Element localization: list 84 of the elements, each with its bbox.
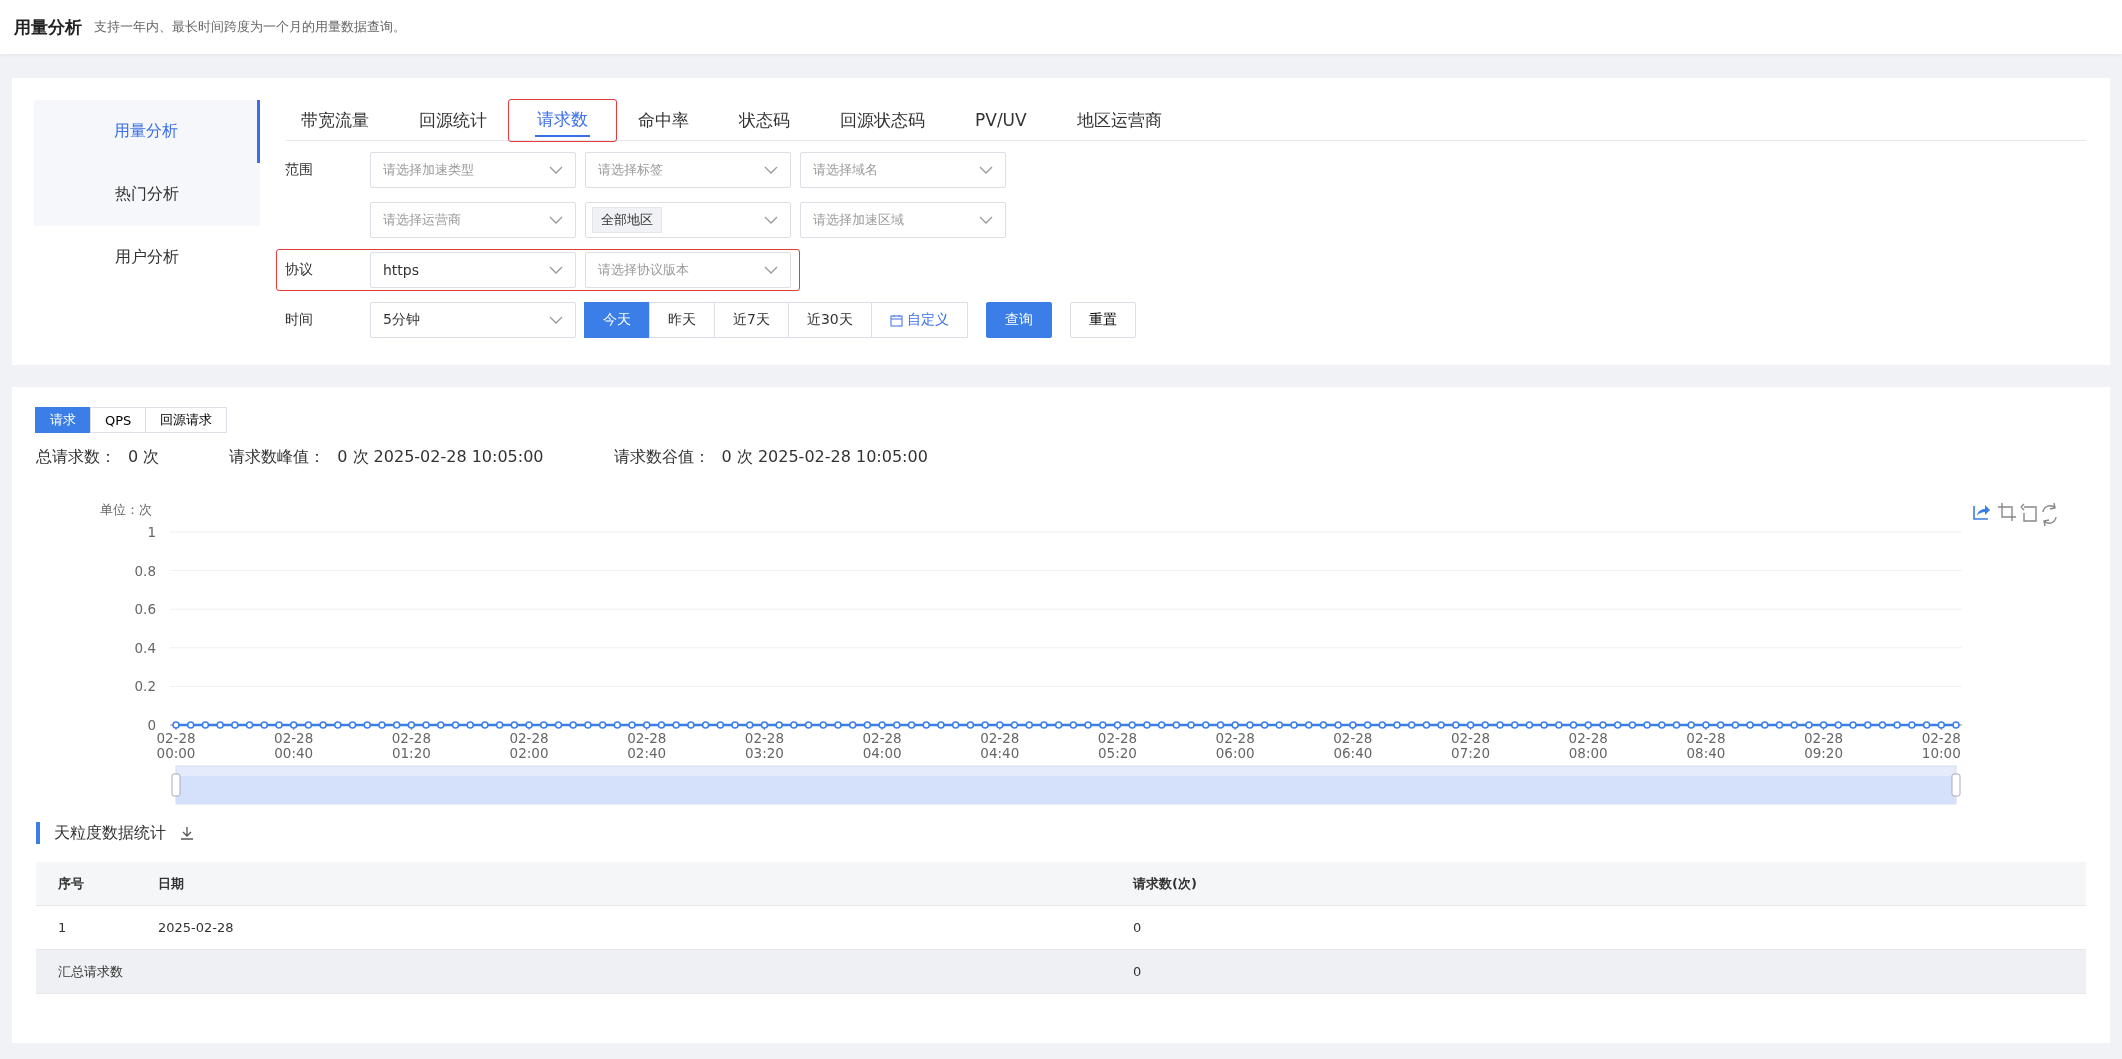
tab[interactable]: 地区运营商 xyxy=(1074,104,1164,136)
caret-icon xyxy=(764,216,778,224)
caret-icon xyxy=(549,166,563,174)
column-header: 日期 xyxy=(157,874,185,893)
table-cell-text: 2025-02-28 xyxy=(157,920,235,935)
tab[interactable]: 命中率 xyxy=(636,104,691,136)
x-tick-label: 02-28 00:40 xyxy=(274,730,314,761)
range-slider[interactable] xyxy=(171,765,1961,805)
stat-value: 0 次 xyxy=(128,447,160,468)
caret-icon xyxy=(979,166,993,174)
y-tick-label: 0.4 xyxy=(134,639,156,656)
refresh-icon[interactable] xyxy=(2042,502,2057,527)
y-tick-label: 0.8 xyxy=(134,562,156,579)
table-cell-text: 1 xyxy=(57,920,68,935)
stat-value: 0 次 2025-02-28 10:05:00 xyxy=(721,447,928,468)
column-header: 请求数(次) xyxy=(1131,874,1198,893)
x-tick-label: 02-28 04:00 xyxy=(862,730,902,761)
x-tick-label: 02-28 06:00 xyxy=(1215,730,1255,761)
query-button[interactable]: 查询 xyxy=(985,302,1052,338)
y-tick-label: 0.2 xyxy=(134,678,156,695)
metric-tab[interactable]: 请求 xyxy=(35,407,91,433)
select-field[interactable]: 全部地区 xyxy=(585,202,791,238)
zoom-icon[interactable] xyxy=(1997,502,2017,522)
x-tick-label: 02-28 02:00 xyxy=(509,730,549,761)
section-title: 天粒度数据统计 xyxy=(54,822,166,844)
caret-icon xyxy=(549,216,563,224)
caret-icon xyxy=(764,266,778,274)
time-range-button[interactable]: 近7天 xyxy=(714,302,789,338)
undo-icon[interactable] xyxy=(2020,503,2037,522)
caret-icon xyxy=(979,216,993,224)
filter-label: 协议 xyxy=(285,261,314,279)
x-tick-label: 02-28 07:20 xyxy=(1450,730,1491,761)
x-tick-label: 02-28 08:00 xyxy=(1568,730,1608,761)
filter-label: 范围 xyxy=(285,161,314,179)
x-tick-label: 02-28 05:20 xyxy=(1097,730,1138,761)
time-range-button[interactable]: 近30天 xyxy=(787,302,872,338)
sidebar-item[interactable]: 用量分析 xyxy=(34,100,260,163)
tab[interactable]: 带宽流量 xyxy=(299,104,371,136)
tab[interactable]: 状态码 xyxy=(737,104,792,136)
stat-label: 请求数峰值： xyxy=(229,447,326,468)
x-tick-label: 02-28 03:20 xyxy=(744,730,785,761)
x-tick-label: 02-28 04:40 xyxy=(980,730,1020,761)
page-title: 用量分析 xyxy=(14,15,82,39)
table-cell-text: 汇总请求数 xyxy=(57,962,124,981)
select-field[interactable]: 5分钟 xyxy=(370,302,576,338)
x-tick-label: 02-28 08:40 xyxy=(1686,730,1726,761)
calendar-icon xyxy=(889,313,903,327)
x-tick-label: 02-28 09:20 xyxy=(1804,730,1844,761)
sidebar-item[interactable]: 热门分析 xyxy=(34,163,260,226)
metric-tab[interactable]: 回源请求 xyxy=(145,407,228,433)
reset-button[interactable]: 重置 xyxy=(1069,302,1136,338)
tab[interactable]: 回源状态码 xyxy=(838,104,927,136)
tab[interactable]: 回源统计 xyxy=(417,104,489,136)
filter-label: 时间 xyxy=(285,311,314,329)
select-field[interactable]: https xyxy=(370,252,576,288)
caret-icon xyxy=(549,316,563,324)
download-icon[interactable] xyxy=(180,826,194,840)
stat-value: 0 次 2025-02-28 10:05:00 xyxy=(337,447,544,468)
table-cell-text: 0 xyxy=(1132,920,1143,935)
x-tick-label: 02-28 01:20 xyxy=(391,730,431,761)
time-range-button[interactable]: 自定义 xyxy=(870,302,968,338)
tab[interactable]: PV/UV xyxy=(973,106,1029,134)
y-tick-label: 0 xyxy=(147,717,156,733)
axis-unit-label: 单位：次 xyxy=(100,502,152,517)
metric-tab[interactable]: QPS xyxy=(90,407,147,433)
tag: 全部地区 xyxy=(592,207,662,233)
caret-icon xyxy=(764,166,778,174)
tab[interactable]: 请求数 xyxy=(535,103,590,137)
x-tick-label: 02-28 00:00 xyxy=(156,730,196,761)
page-description: 支持一年内、最长时间跨度为一个月的用量数据查询。 xyxy=(94,18,406,36)
export-icon[interactable] xyxy=(1973,505,1990,520)
time-range-button[interactable]: 昨天 xyxy=(649,302,715,338)
stat-label: 请求数谷值： xyxy=(613,447,710,468)
x-tick-label: 02-28 10:00 xyxy=(1921,730,1961,761)
stat-label: 总请求数： xyxy=(36,447,116,468)
y-tick-label: 1 xyxy=(147,524,156,540)
table-cell-text: 0 xyxy=(1132,964,1143,979)
section-marker xyxy=(36,822,40,844)
y-tick-label: 0.6 xyxy=(134,601,156,618)
x-tick-label: 02-28 06:40 xyxy=(1333,730,1373,761)
column-header: 序号 xyxy=(57,874,85,893)
x-tick-label: 02-28 02:40 xyxy=(627,730,667,761)
time-range-button[interactable]: 今天 xyxy=(584,302,650,338)
caret-icon xyxy=(549,266,563,274)
